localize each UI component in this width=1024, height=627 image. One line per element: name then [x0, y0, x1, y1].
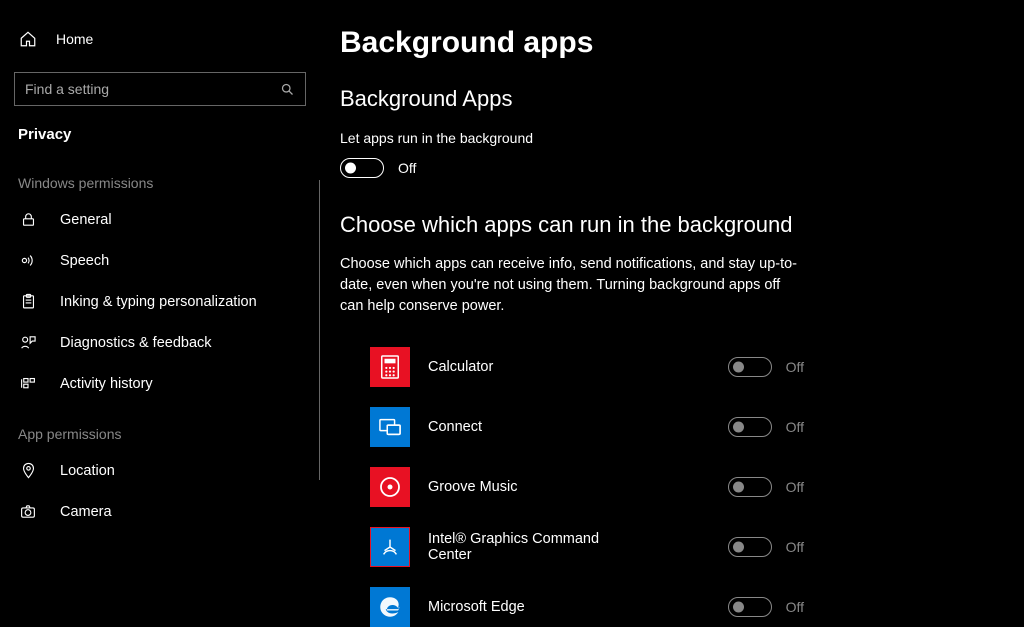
search-input[interactable]: Find a setting	[14, 72, 306, 106]
section-heading-master: Background Apps	[340, 86, 984, 112]
lock-icon	[18, 211, 38, 228]
sidebar-item-label: Activity history	[60, 376, 153, 392]
feedback-icon	[18, 334, 38, 351]
camera-icon	[18, 503, 38, 520]
app-row-connect: Connect Off	[340, 397, 984, 457]
scrollbar[interactable]	[319, 180, 320, 480]
app-toggle-state: Off	[786, 479, 804, 495]
sidebar-home-label: Home	[56, 31, 93, 47]
app-row-edge: Microsoft Edge Off	[340, 577, 984, 627]
sidebar-item-diagnostics[interactable]: Diagnostics & feedback	[10, 322, 310, 363]
connect-icon	[370, 407, 410, 447]
sidebar: Home Find a setting Privacy Windows perm…	[0, 0, 320, 627]
app-toggle-connect[interactable]	[728, 417, 772, 437]
sidebar-item-label: Diagnostics & feedback	[60, 335, 212, 351]
app-name: Intel® Graphics Command Center	[428, 531, 638, 563]
sidebar-item-general[interactable]: General	[10, 199, 310, 240]
app-toggle-state: Off	[786, 359, 804, 375]
app-row-groove: Groove Music Off	[340, 457, 984, 517]
search-icon	[280, 82, 295, 97]
sidebar-home-link[interactable]: Home	[10, 20, 310, 58]
intel-graphics-icon	[370, 527, 410, 567]
speech-icon	[18, 252, 38, 269]
sidebar-item-speech[interactable]: Speech	[10, 240, 310, 281]
section-heading-choose: Choose which apps can run in the backgro…	[340, 212, 984, 238]
app-row-calculator: Calculator Off	[340, 337, 984, 397]
app-name: Connect	[428, 419, 638, 435]
master-toggle-state: Off	[398, 160, 416, 176]
section-description: Choose which apps can receive info, send…	[340, 254, 800, 317]
app-toggle-state: Off	[786, 419, 804, 435]
sidebar-item-activity[interactable]: Activity history	[10, 363, 310, 404]
activity-icon	[18, 375, 38, 392]
app-name: Groove Music	[428, 479, 638, 495]
sidebar-item-label: General	[60, 212, 112, 228]
app-toggle-calculator[interactable]	[728, 357, 772, 377]
master-toggle[interactable]	[340, 158, 384, 178]
home-icon	[18, 30, 38, 48]
app-name: Calculator	[428, 359, 638, 375]
app-toggle-intel[interactable]	[728, 537, 772, 557]
sidebar-item-label: Speech	[60, 253, 109, 269]
location-icon	[18, 462, 38, 479]
app-toggle-groove[interactable]	[728, 477, 772, 497]
app-row-intel: Intel® Graphics Command Center Off	[340, 517, 984, 577]
app-list: Calculator Off Connect Off Groove Music	[340, 337, 984, 627]
sidebar-item-inking[interactable]: Inking & typing personalization	[10, 281, 310, 322]
master-toggle-label: Let apps run in the background	[340, 130, 984, 146]
sidebar-section-app: App permissions	[10, 426, 310, 442]
sidebar-item-label: Inking & typing personalization	[60, 294, 257, 310]
calculator-icon	[370, 347, 410, 387]
app-name: Microsoft Edge	[428, 599, 638, 615]
sidebar-item-location[interactable]: Location	[10, 450, 310, 491]
app-toggle-state: Off	[786, 539, 804, 555]
sidebar-section-windows: Windows permissions	[10, 175, 310, 191]
search-placeholder: Find a setting	[25, 81, 109, 97]
sidebar-item-label: Camera	[60, 504, 112, 520]
app-toggle-edge[interactable]	[728, 597, 772, 617]
sidebar-item-camera[interactable]: Camera	[10, 491, 310, 532]
main-content: Background apps Background Apps Let apps…	[320, 0, 1024, 627]
clipboard-icon	[18, 293, 38, 310]
groove-music-icon	[370, 467, 410, 507]
master-toggle-block: Let apps run in the background Off	[340, 130, 984, 178]
page-title: Background apps	[340, 26, 984, 60]
edge-icon	[370, 587, 410, 627]
sidebar-item-label: Location	[60, 463, 115, 479]
app-toggle-state: Off	[786, 599, 804, 615]
sidebar-category: Privacy	[10, 122, 310, 147]
